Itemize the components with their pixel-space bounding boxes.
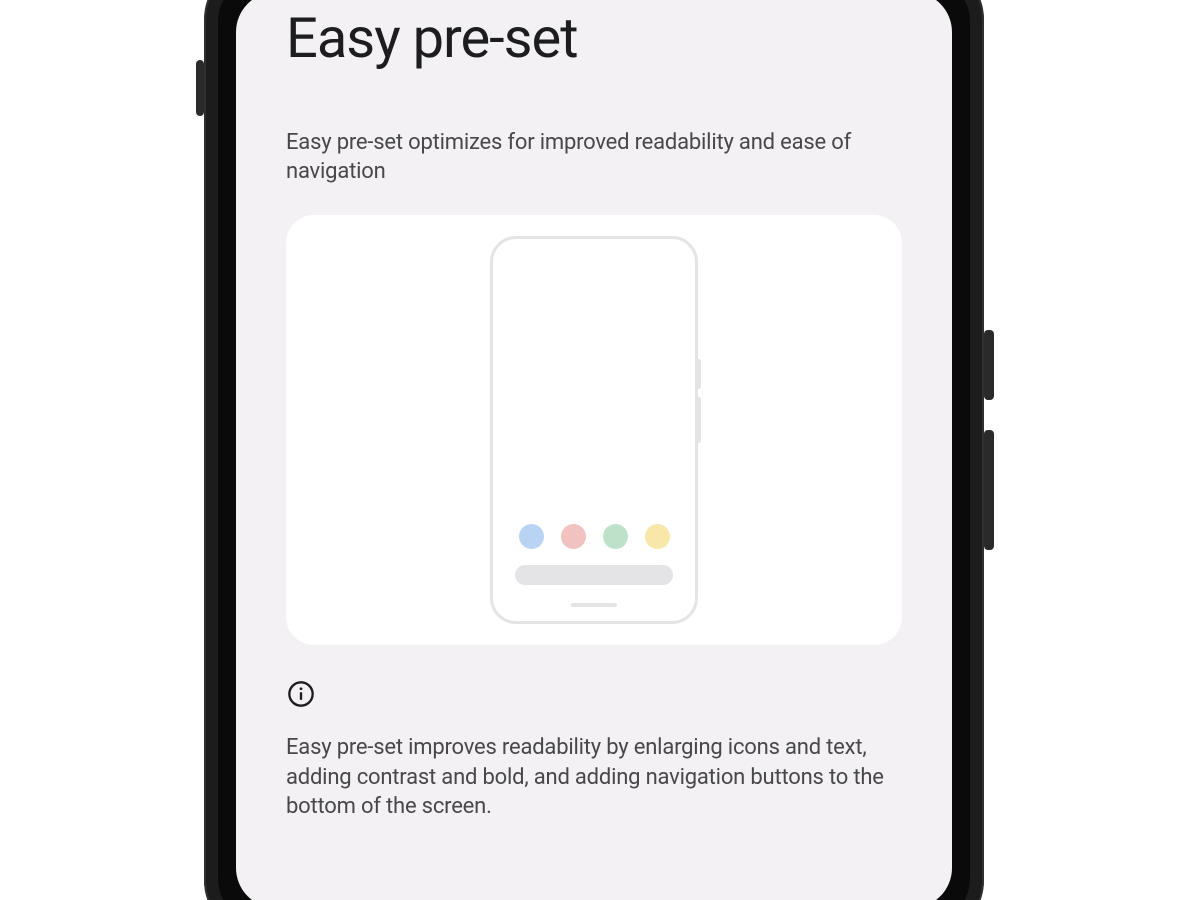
preview-phone-side-button (696, 397, 701, 443)
page-title: Easy pre-set (286, 8, 902, 70)
screen-content: Easy pre-set Easy pre-set optimizes for … (236, 0, 952, 900)
page-subtitle: Easy pre-set optimizes for improved read… (286, 128, 902, 187)
info-row (286, 679, 902, 709)
preview-dock-dot (561, 524, 586, 549)
device-frame: Easy pre-set Easy pre-set optimizes for … (204, 0, 984, 900)
viewport: Easy pre-set Easy pre-set optimizes for … (0, 0, 1200, 900)
page-detail-text: Easy pre-set improves readability by enl… (286, 733, 902, 822)
preview-phone-side-button (696, 359, 701, 389)
device-button-right (984, 330, 994, 400)
preview-search-pill (515, 565, 673, 585)
device-button-left (196, 60, 204, 116)
device-screen: Easy pre-set Easy pre-set optimizes for … (236, 0, 952, 900)
preview-dock-dot (645, 524, 670, 549)
preview-card (286, 215, 902, 645)
info-icon (286, 679, 316, 709)
device-bezel: Easy pre-set Easy pre-set optimizes for … (218, 0, 970, 900)
preview-phone-illustration (490, 236, 698, 624)
preview-dock-dot (603, 524, 628, 549)
preview-dock-dot (519, 524, 544, 549)
device-button-right (984, 430, 994, 550)
preview-home-indicator (571, 603, 617, 607)
preview-dock-icons (493, 524, 695, 549)
